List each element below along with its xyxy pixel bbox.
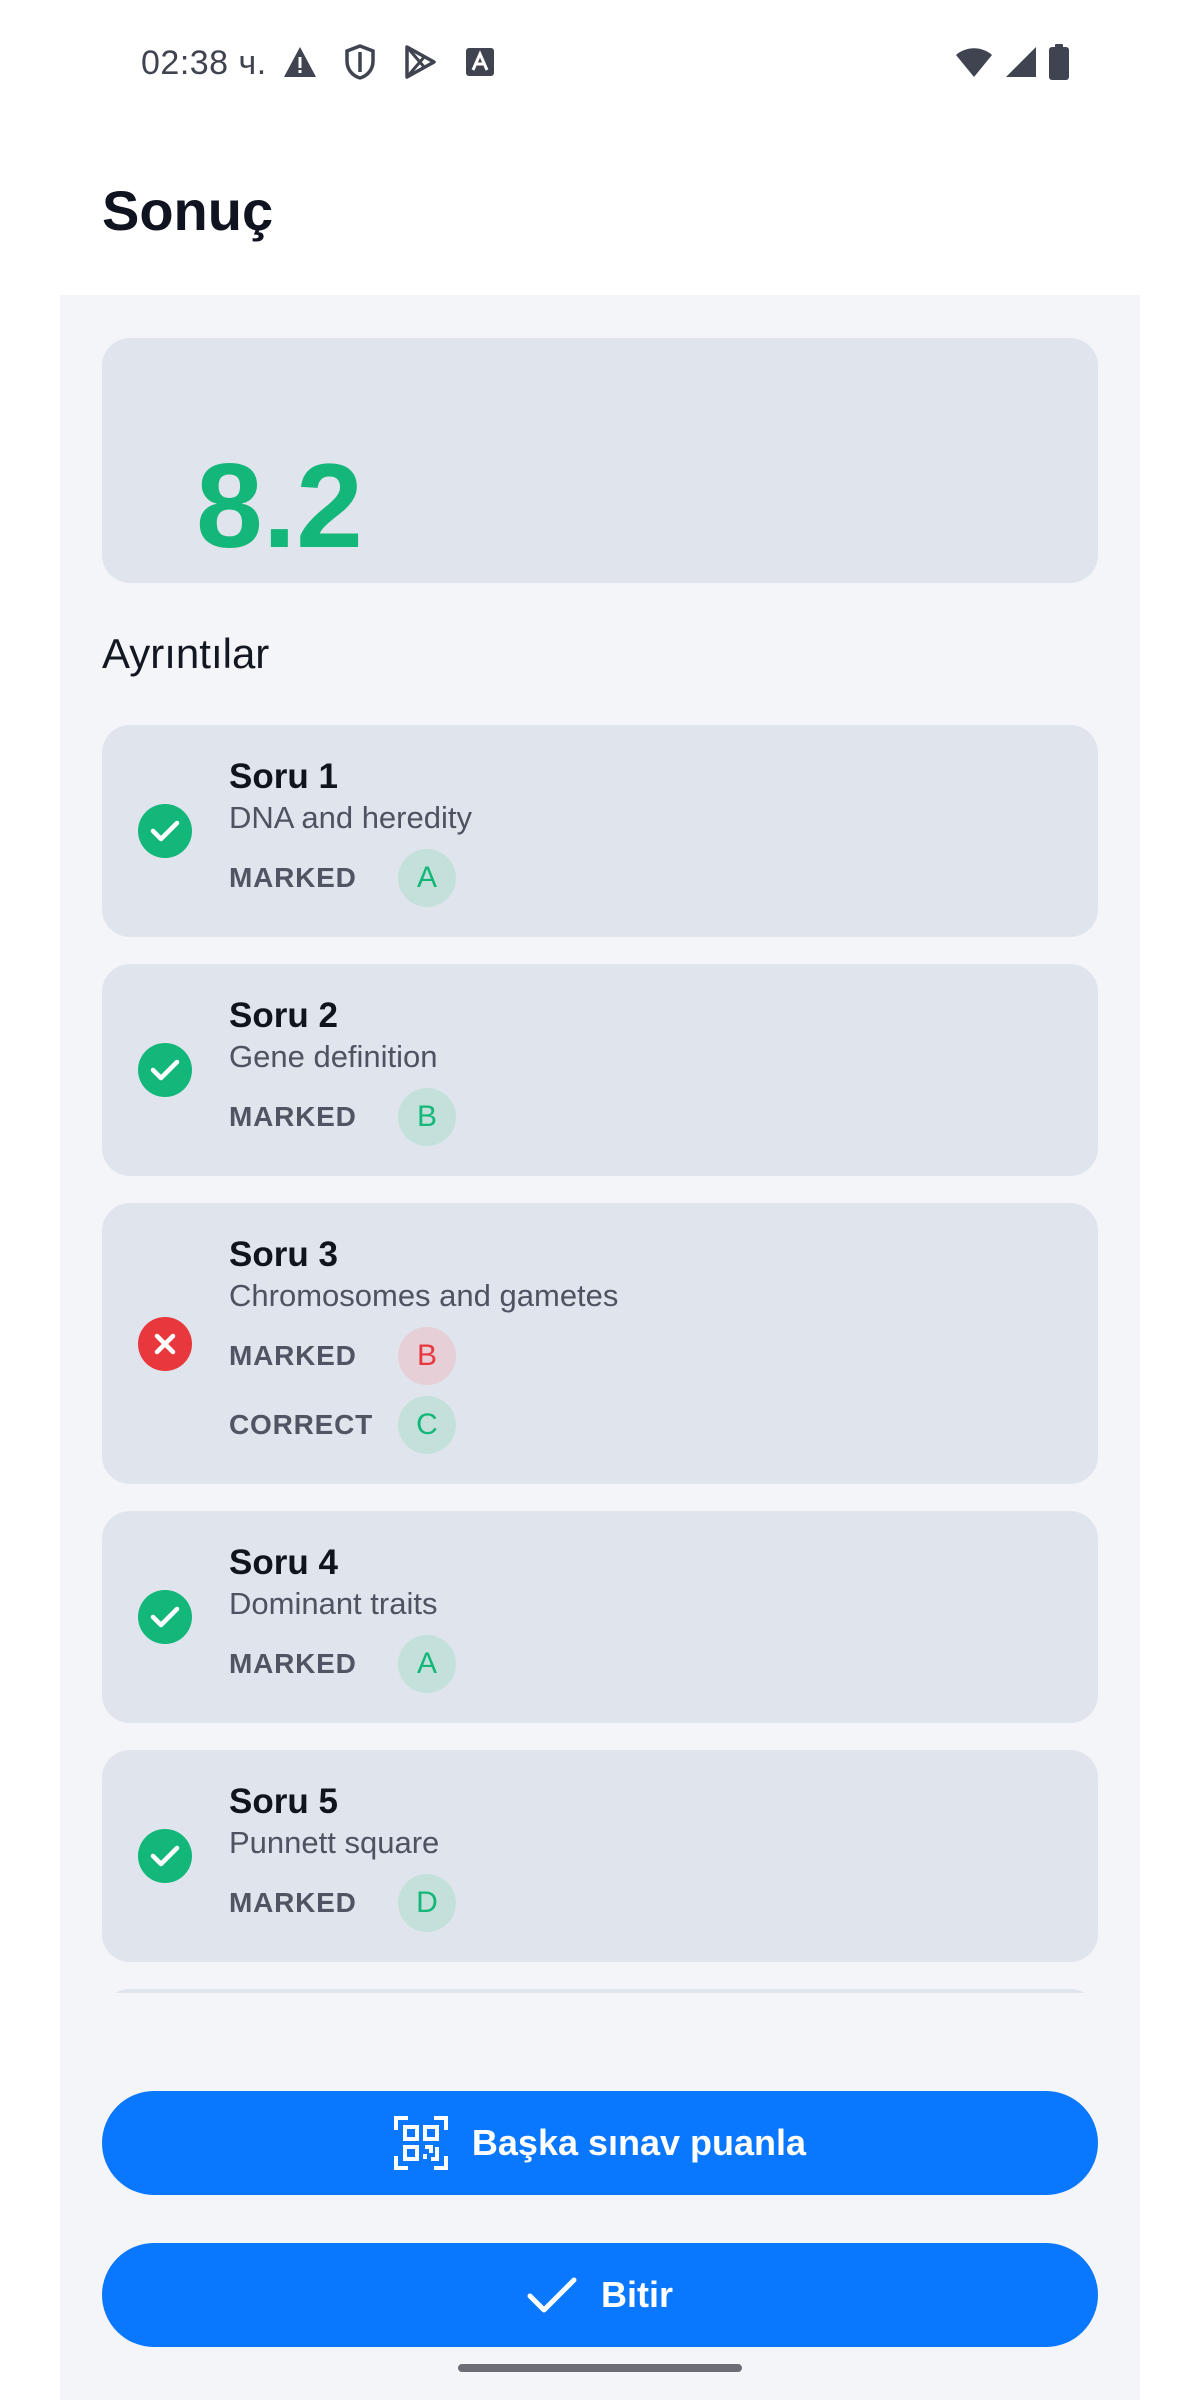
marked-answer-chip: B	[398, 1327, 456, 1385]
question-title: Soru 5	[229, 1782, 338, 1821]
battery-icon	[1048, 44, 1070, 85]
marked-answer-row: MARKED B	[229, 1088, 456, 1146]
translate-icon	[462, 44, 498, 80]
correct-label: CORRECT	[229, 1409, 374, 1440]
page-title: Sonuç	[102, 179, 274, 242]
marked-label: MARKED	[229, 1101, 357, 1132]
question-card[interactable]: Soru 4 Dominant traits MARKED A	[102, 1511, 1098, 1723]
wifi-icon	[954, 46, 994, 83]
scan-another-exam-label: Başka sınav puanla	[471, 2122, 807, 2163]
marked-answer-row: MARKED B	[229, 1327, 456, 1385]
system-icons	[954, 44, 1070, 85]
correct-check-icon	[138, 1590, 192, 1644]
finish-button[interactable]: Bitir	[102, 2243, 1098, 2347]
status-time: 02:38 ч.	[141, 44, 267, 82]
marked-label: MARKED	[229, 1887, 357, 1918]
correct-check-icon	[138, 1043, 192, 1097]
correct-answer-chip: C	[398, 1396, 456, 1454]
marked-answer-row: MARKED D	[229, 1874, 456, 1932]
score-card: 8.2	[102, 338, 1098, 583]
question-topic: Gene definition	[229, 1039, 438, 1074]
qr-scan-icon	[393, 2116, 448, 2170]
marked-answer-chip: A	[398, 849, 456, 907]
shield-icon	[342, 44, 378, 80]
question-card[interactable]: Soru 5 Punnett square MARKED D	[102, 1750, 1098, 1962]
question-card[interactable]: Soru 2 Gene definition MARKED B	[102, 964, 1098, 1176]
marked-answer-row: MARKED A	[229, 849, 456, 907]
question-title: Soru 2	[229, 996, 338, 1035]
score-value: 8.2	[196, 439, 363, 573]
marked-answer-row: MARKED A	[229, 1635, 456, 1693]
question-title: Soru 1	[229, 757, 338, 796]
finish-label: Bitir	[601, 2274, 673, 2315]
result-content: 8.2 Ayrıntılar Soru 1 DNA and heredity M…	[60, 295, 1140, 2400]
marked-label: MARKED	[229, 1340, 357, 1371]
correct-check-icon	[138, 1829, 192, 1883]
marked-label: MARKED	[229, 1648, 357, 1679]
status-bar: 02:38 ч.	[0, 0, 1200, 130]
correct-check-icon	[138, 804, 192, 858]
details-heading: Ayrıntılar	[102, 630, 270, 677]
correct-answer-row: CORRECT C	[229, 1396, 456, 1454]
question-card-partial[interactable]	[102, 1989, 1098, 1993]
warning-icon	[282, 44, 318, 80]
cell-signal-icon	[1004, 46, 1038, 83]
marked-answer-chip: D	[398, 1874, 456, 1932]
marked-answer-chip: A	[398, 1635, 456, 1693]
question-topic: Dominant traits	[229, 1586, 438, 1621]
marked-label: MARKED	[229, 862, 357, 893]
check-icon	[527, 2276, 577, 2314]
scan-another-exam-button[interactable]: Başka sınav puanla	[102, 2091, 1098, 2195]
question-list[interactable]: Soru 1 DNA and heredity MARKED A Soru 2 …	[102, 725, 1098, 1993]
question-card[interactable]: Soru 3 Chromosomes and gametes MARKED B …	[102, 1203, 1098, 1484]
question-card[interactable]: Soru 1 DNA and heredity MARKED A	[102, 725, 1098, 937]
question-topic: Chromosomes and gametes	[229, 1278, 619, 1313]
question-title: Soru 4	[229, 1543, 338, 1582]
question-title: Soru 3	[229, 1235, 338, 1274]
question-topic: Punnett square	[229, 1825, 440, 1860]
question-topic: DNA and heredity	[229, 800, 472, 835]
marked-answer-chip: B	[398, 1088, 456, 1146]
home-indicator[interactable]	[458, 2364, 742, 2372]
play-store-icon	[402, 44, 438, 80]
notification-icons	[282, 44, 498, 80]
wrong-x-icon	[138, 1317, 192, 1371]
